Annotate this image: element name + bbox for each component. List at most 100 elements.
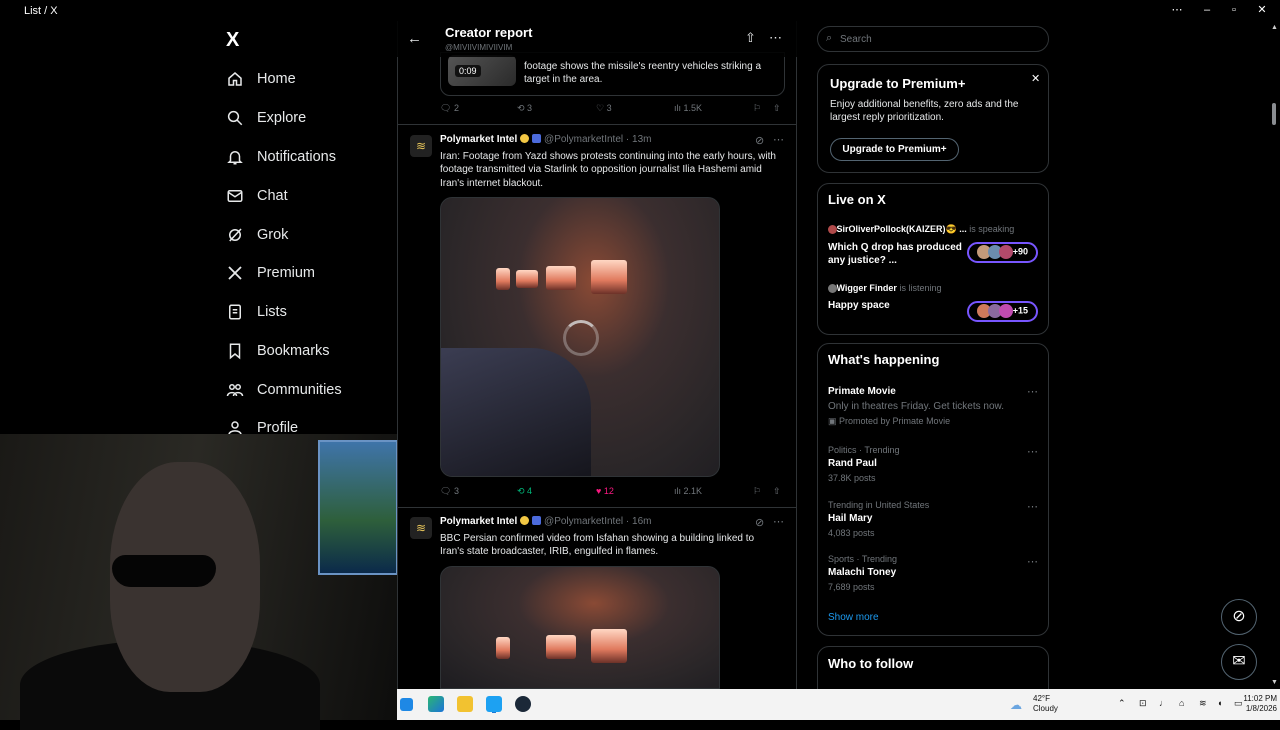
home-icon (228, 72, 242, 86)
back-arrow-icon[interactable]: ← (407, 31, 422, 47)
mic-icon[interactable]: ♩ (1159, 698, 1168, 708)
reply-button[interactable]: 🗨 2 (440, 103, 459, 114)
tweet-text: BBC Persian confirmed video from Isfahan… (440, 533, 755, 558)
edge-icon[interactable] (428, 696, 444, 712)
share-icon[interactable]: ⇧ (745, 30, 756, 46)
scroll-down-icon[interactable]: ▼ (1271, 679, 1278, 686)
show-more-link[interactable]: Show more (828, 612, 879, 623)
live-host[interactable]: Wigger Finder is listening (828, 283, 941, 294)
scroll-up-icon[interactable]: ▲ (1271, 24, 1278, 31)
repost-button[interactable]: ⟲ 3 (517, 103, 532, 114)
nav-premium[interactable]: Premium (226, 261, 315, 285)
video-frame (591, 260, 627, 294)
trend-name[interactable]: Primate Movie (828, 386, 896, 397)
upgrade-premium-button[interactable]: Upgrade to Premium+ (830, 138, 959, 161)
nav-lists[interactable]: Lists (226, 300, 287, 324)
like-button[interactable]: ♡ 3 (596, 103, 612, 114)
nav-chat[interactable]: Chat (226, 184, 288, 208)
nav-label: Chat (257, 188, 288, 204)
clock-date[interactable]: 1/8/2026 (1235, 704, 1277, 713)
live-listeners[interactable]: +90 (967, 242, 1038, 263)
clock-time[interactable]: 11:02 PM (1235, 694, 1277, 703)
nav-bookmarks[interactable]: Bookmarks (226, 339, 330, 363)
grok-icon[interactable]: ⊘ (755, 516, 764, 529)
nav-label: Explore (257, 110, 307, 126)
tweet-video[interactable] (440, 566, 720, 689)
like-button[interactable]: ♥ 12 (596, 486, 614, 496)
maximize-icon[interactable]: ▫ (1227, 3, 1241, 17)
more-options-icon[interactable]: ⋯ (1027, 385, 1038, 398)
reply-button[interactable]: 🗨 3 (440, 486, 459, 497)
trend-name[interactable]: Malachi Toney (828, 567, 896, 578)
affiliate-badge-icon (532, 134, 542, 143)
steam-icon[interactable] (515, 696, 531, 712)
more-options-icon[interactable]: ⋯ (773, 515, 784, 528)
weather-desc[interactable]: Cloudy (1033, 704, 1058, 713)
twitter-app-icon[interactable] (486, 696, 502, 712)
trend-posts: 7,689 posts (828, 582, 875, 592)
weather-temp[interactable]: 42°F (1033, 694, 1050, 703)
trend-name[interactable]: Hail Mary (828, 513, 872, 524)
scrollbar-thumb[interactable] (1272, 103, 1276, 125)
grok-fab-icon[interactable]: ⊘ (1221, 599, 1257, 635)
tray-icon[interactable]: ⊡ (1139, 698, 1147, 709)
volume-icon[interactable]: ◖ (1217, 698, 1222, 708)
nav-home[interactable]: Home (226, 67, 296, 91)
close-icon[interactable]: ✕ (1031, 72, 1040, 85)
webcam-aquarium (318, 440, 398, 575)
tweet-video[interactable] (440, 197, 720, 477)
search-icon (227, 110, 243, 126)
avatar[interactable]: ≋ (410, 135, 432, 157)
more-options-icon[interactable]: ⋯ (769, 30, 782, 46)
file-explorer-icon[interactable] (457, 696, 473, 712)
nav-explore[interactable]: Explore (226, 106, 306, 130)
bookmark-icon[interactable]: ⚐ (753, 103, 761, 114)
nav-label: Grok (257, 227, 289, 243)
tweet-text: Iran: Footage from Yazd shows protests c… (440, 151, 776, 189)
start-icon[interactable] (400, 698, 413, 711)
window-titlebar: List / X ⋯ – ▫ ✕ (0, 0, 1280, 21)
grok-icon[interactable]: ⊘ (755, 134, 764, 147)
more-options-icon[interactable]: ⋯ (773, 133, 784, 146)
more-options-icon[interactable]: ⋯ (1027, 445, 1038, 458)
premium-title: Upgrade to Premium+ (830, 76, 966, 91)
more-options-icon[interactable]: ⋯ (1027, 555, 1038, 568)
minimize-icon[interactable]: – (1200, 3, 1214, 17)
video-duration: 0:09 (455, 65, 481, 77)
nav-label: Home (257, 71, 296, 87)
avatar[interactable]: ≋ (410, 517, 432, 539)
chevron-up-icon[interactable]: ⌃ (1118, 698, 1126, 709)
trend-meta: Politics · Trending (828, 445, 900, 455)
nav-communities[interactable]: Communities (226, 378, 342, 402)
share-icon[interactable]: ⇧ (773, 486, 781, 497)
nav-notifications[interactable]: Notifications (226, 145, 336, 169)
bookmark-icon[interactable]: ⚐ (753, 486, 761, 497)
nav-grok[interactable]: Grok (226, 223, 288, 247)
tweet-author[interactable]: Polymarket Intel @PolymarketIntel · 16m (440, 516, 651, 527)
envelope-icon (227, 190, 243, 202)
network-tray-icon[interactable]: ⌂ (1179, 698, 1184, 708)
views-button[interactable]: ılı 2.1K (674, 486, 702, 496)
more-icon[interactable]: ⋯ (1170, 3, 1184, 17)
wifi-icon[interactable]: ≋ (1199, 698, 1207, 709)
loading-spinner-icon (563, 320, 599, 356)
repost-button[interactable]: ⟲ 4 (517, 486, 532, 497)
live-host[interactable]: SirOliverPollock(KAIZER)😎 ... is speakin… (828, 224, 1014, 235)
share-icon[interactable]: ⇧ (773, 103, 781, 114)
messages-fab-icon[interactable]: ✉ (1221, 644, 1257, 680)
live-topic[interactable]: Happy space (828, 300, 890, 311)
search-input[interactable]: Search (817, 26, 1049, 52)
affiliate-badge-icon (532, 516, 542, 525)
follow-title: Who to follow (828, 656, 914, 671)
x-logo[interactable]: X (226, 30, 246, 50)
more-options-icon[interactable]: ⋯ (1027, 500, 1038, 513)
live-listeners[interactable]: +15 (967, 301, 1038, 322)
trend-posts: 37.8K posts (828, 473, 876, 483)
views-button[interactable]: ılı 1.5K (674, 103, 702, 113)
trend-name[interactable]: Rand Paul (828, 458, 877, 469)
close-icon[interactable]: ✕ (1255, 3, 1269, 17)
listener-avatar (998, 245, 1013, 259)
tweet-actions: 🗨 2 ⟲ 3 ♡ 3 ılı 1.5K ⚐ ⇧ (440, 103, 785, 117)
tweet-author[interactable]: Polymarket Intel @PolymarketIntel · 13m (440, 134, 651, 145)
live-topic[interactable]: Which Q drop has produced any justice? .… (828, 241, 963, 267)
